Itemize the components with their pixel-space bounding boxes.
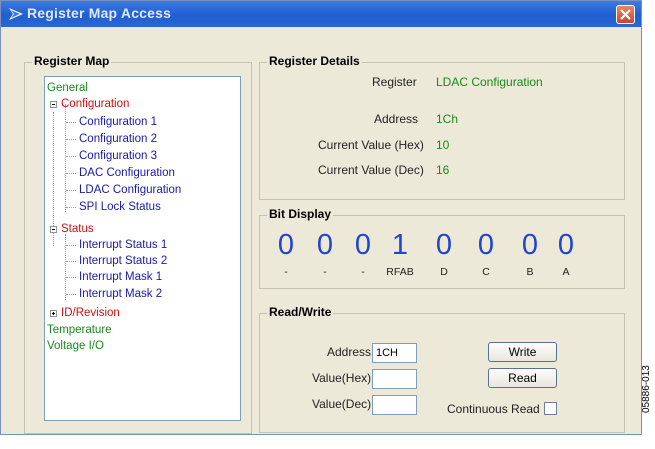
tree-line xyxy=(66,261,76,262)
figure-code: 05886-013 xyxy=(641,365,652,413)
close-icon xyxy=(620,9,631,20)
address-value: 1Ch xyxy=(436,112,459,126)
tree-item-configuration-3[interactable]: Configuration 3 xyxy=(79,149,157,163)
tree-item-interrupt-mask-1[interactable]: Interrupt Mask 1 xyxy=(79,270,162,284)
register-map-label: Register Map xyxy=(32,54,112,68)
value-hex-label: Value(Hex) xyxy=(312,371,372,385)
register-label: Register xyxy=(372,75,417,89)
value-dec-label: Value(Dec) xyxy=(312,397,372,411)
address-input[interactable]: 1CH xyxy=(372,343,417,363)
bit-2-name: C xyxy=(482,266,490,278)
tree-line xyxy=(66,156,76,157)
address-label: Address xyxy=(374,112,419,126)
tree-line xyxy=(66,122,76,123)
tree-item-interrupt-mask-2[interactable]: Interrupt Mask 2 xyxy=(79,287,162,301)
register-tree[interactable]: General Configuration Configuration 1 Co… xyxy=(44,76,241,421)
tree-line xyxy=(66,139,76,140)
value-hex-input[interactable] xyxy=(372,369,417,389)
tree-item-voltage-io[interactable]: Voltage I/O xyxy=(47,339,104,353)
current-value-hex-label: Current Value (Hex) xyxy=(318,138,424,152)
expand-icon[interactable] xyxy=(50,310,57,317)
bit-5-value: 0 xyxy=(354,229,372,261)
close-button[interactable] xyxy=(616,5,635,24)
collapse-icon[interactable] xyxy=(50,101,57,108)
tree-item-configuration[interactable]: Configuration xyxy=(61,97,129,111)
bit-1-value: 0 xyxy=(521,229,539,261)
value-dec-input[interactable] xyxy=(372,395,417,415)
bit-0-value: 0 xyxy=(557,229,575,261)
rw-address-label: Address xyxy=(327,345,372,359)
tree-line xyxy=(65,104,66,212)
app-arrow-icon xyxy=(9,8,23,20)
read-write-label: Read/Write xyxy=(267,305,334,319)
bit-6-value: 0 xyxy=(316,229,334,261)
register-map-access-window: Register Map Access Register Map General… xyxy=(0,0,642,435)
tree-item-dac-configuration[interactable]: DAC Configuration xyxy=(79,166,175,180)
bit-5-name: - xyxy=(361,266,365,278)
tree-line xyxy=(66,245,76,246)
bit-3-value: 0 xyxy=(435,229,453,261)
register-value: LDAC Configuration xyxy=(436,75,543,89)
bit-7-value: 0 xyxy=(277,229,295,261)
read-button[interactable]: Read xyxy=(488,368,557,388)
tree-item-id-revision[interactable]: ID/Revision xyxy=(61,306,120,320)
bit-display-label: Bit Display xyxy=(267,207,334,221)
write-button[interactable]: Write xyxy=(488,342,557,362)
window-title: Register Map Access xyxy=(27,5,172,21)
tree-line xyxy=(66,190,76,191)
tree-item-configuration-2[interactable]: Configuration 2 xyxy=(79,132,157,146)
bit-2-value: 0 xyxy=(477,229,495,261)
tree-item-general[interactable]: General xyxy=(47,81,88,95)
tree-line xyxy=(66,207,76,208)
bit-4-value: 1 xyxy=(391,229,409,261)
tree-item-status[interactable]: Status xyxy=(61,222,94,236)
register-details-label: Register Details xyxy=(267,54,362,68)
bit-3-name: D xyxy=(440,266,448,278)
tree-item-configuration-1[interactable]: Configuration 1 xyxy=(79,115,157,129)
tree-line xyxy=(66,277,76,278)
tree-item-temperature[interactable]: Temperature xyxy=(47,323,112,337)
tree-item-ldac-configuration[interactable]: LDAC Configuration xyxy=(79,183,181,197)
current-value-dec-value: 16 xyxy=(436,163,450,177)
bit-0-name: A xyxy=(562,266,570,278)
tree-line xyxy=(65,234,66,300)
current-value-hex-value: 10 xyxy=(436,138,450,152)
tree-item-interrupt-status-2[interactable]: Interrupt Status 2 xyxy=(79,254,167,268)
tree-line xyxy=(66,173,76,174)
title-bar[interactable]: Register Map Access xyxy=(1,1,641,27)
continuous-read-label: Continuous Read xyxy=(447,402,540,416)
bit-4-name: RFAB xyxy=(386,266,414,278)
tree-item-spi-lock-status[interactable]: SPI Lock Status xyxy=(79,200,161,214)
tree-line xyxy=(66,294,76,295)
bit-1-name: B xyxy=(526,266,534,278)
continuous-read-checkbox[interactable] xyxy=(544,402,557,415)
tree-item-interrupt-status-1[interactable]: Interrupt Status 1 xyxy=(79,238,167,252)
current-value-dec-label: Current Value (Dec) xyxy=(318,163,424,177)
bit-6-name: - xyxy=(323,266,327,278)
collapse-icon[interactable] xyxy=(50,226,57,233)
bit-7-name: - xyxy=(284,266,288,278)
